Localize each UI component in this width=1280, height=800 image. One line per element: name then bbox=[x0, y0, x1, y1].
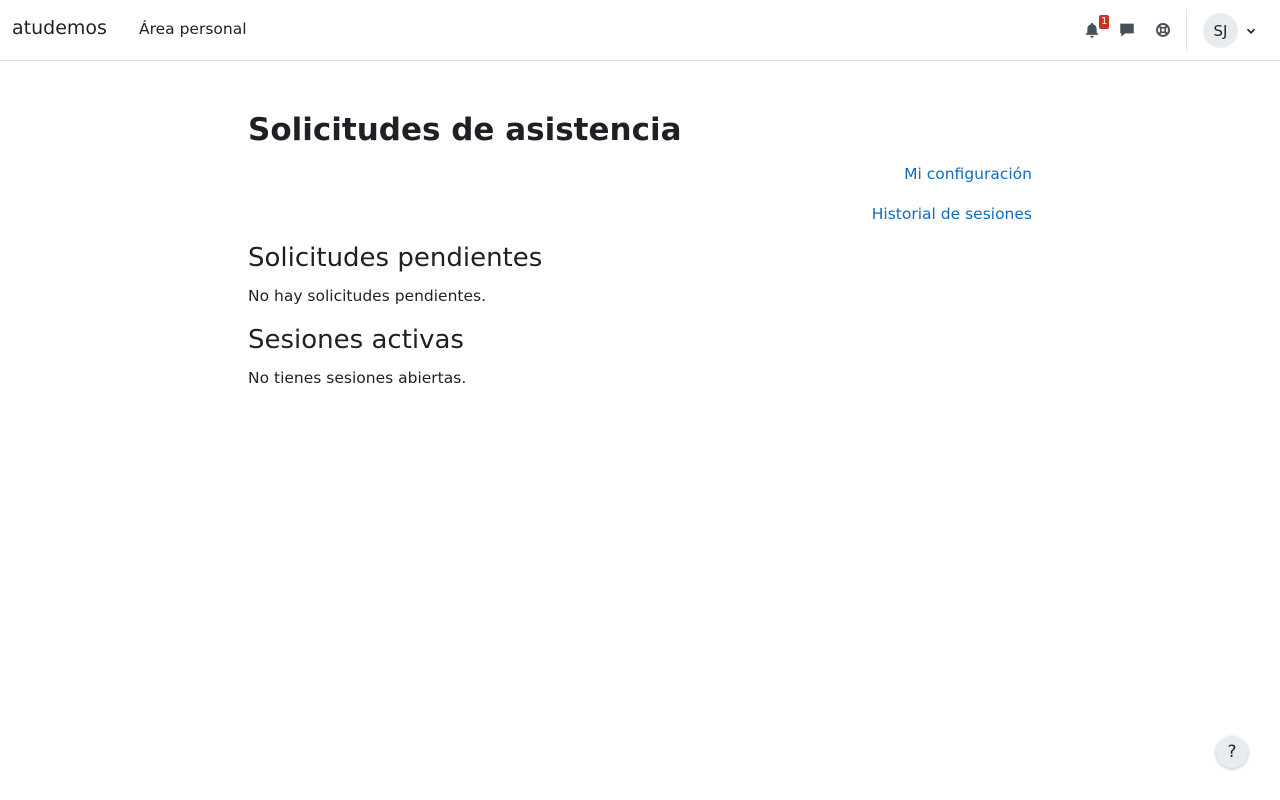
session-history-link[interactable]: Historial de sesiones bbox=[872, 205, 1032, 223]
active-sessions-message: No tienes sesiones abiertas. bbox=[248, 369, 467, 387]
messages-button[interactable] bbox=[1117, 20, 1137, 40]
my-settings-link[interactable]: Mi configuración bbox=[904, 165, 1032, 183]
page-title: Solicitudes de asistencia bbox=[248, 112, 682, 148]
nav-link-personal-area[interactable]: Área personal bbox=[139, 20, 247, 38]
chevron-down-icon bbox=[1246, 28, 1256, 34]
support-button[interactable] bbox=[1153, 20, 1173, 40]
chat-bubble-icon bbox=[1120, 23, 1134, 37]
lifebuoy-icon bbox=[1156, 23, 1170, 37]
user-menu-toggle[interactable]: SJ bbox=[1203, 13, 1263, 48]
notification-count-badge: 1 bbox=[1099, 15, 1110, 29]
avatar: SJ bbox=[1203, 13, 1238, 48]
help-button[interactable]: ? bbox=[1216, 736, 1248, 768]
active-sessions-heading: Sesiones activas bbox=[248, 325, 464, 355]
top-navbar: atudemos Área personal 1 SJ bbox=[0, 0, 1280, 61]
pending-requests-heading: Solicitudes pendientes bbox=[248, 243, 543, 273]
pending-requests-message: No hay solicitudes pendientes. bbox=[248, 287, 487, 305]
navbar-divider bbox=[1186, 9, 1187, 51]
site-brand-link[interactable]: atudemos bbox=[12, 17, 107, 39]
